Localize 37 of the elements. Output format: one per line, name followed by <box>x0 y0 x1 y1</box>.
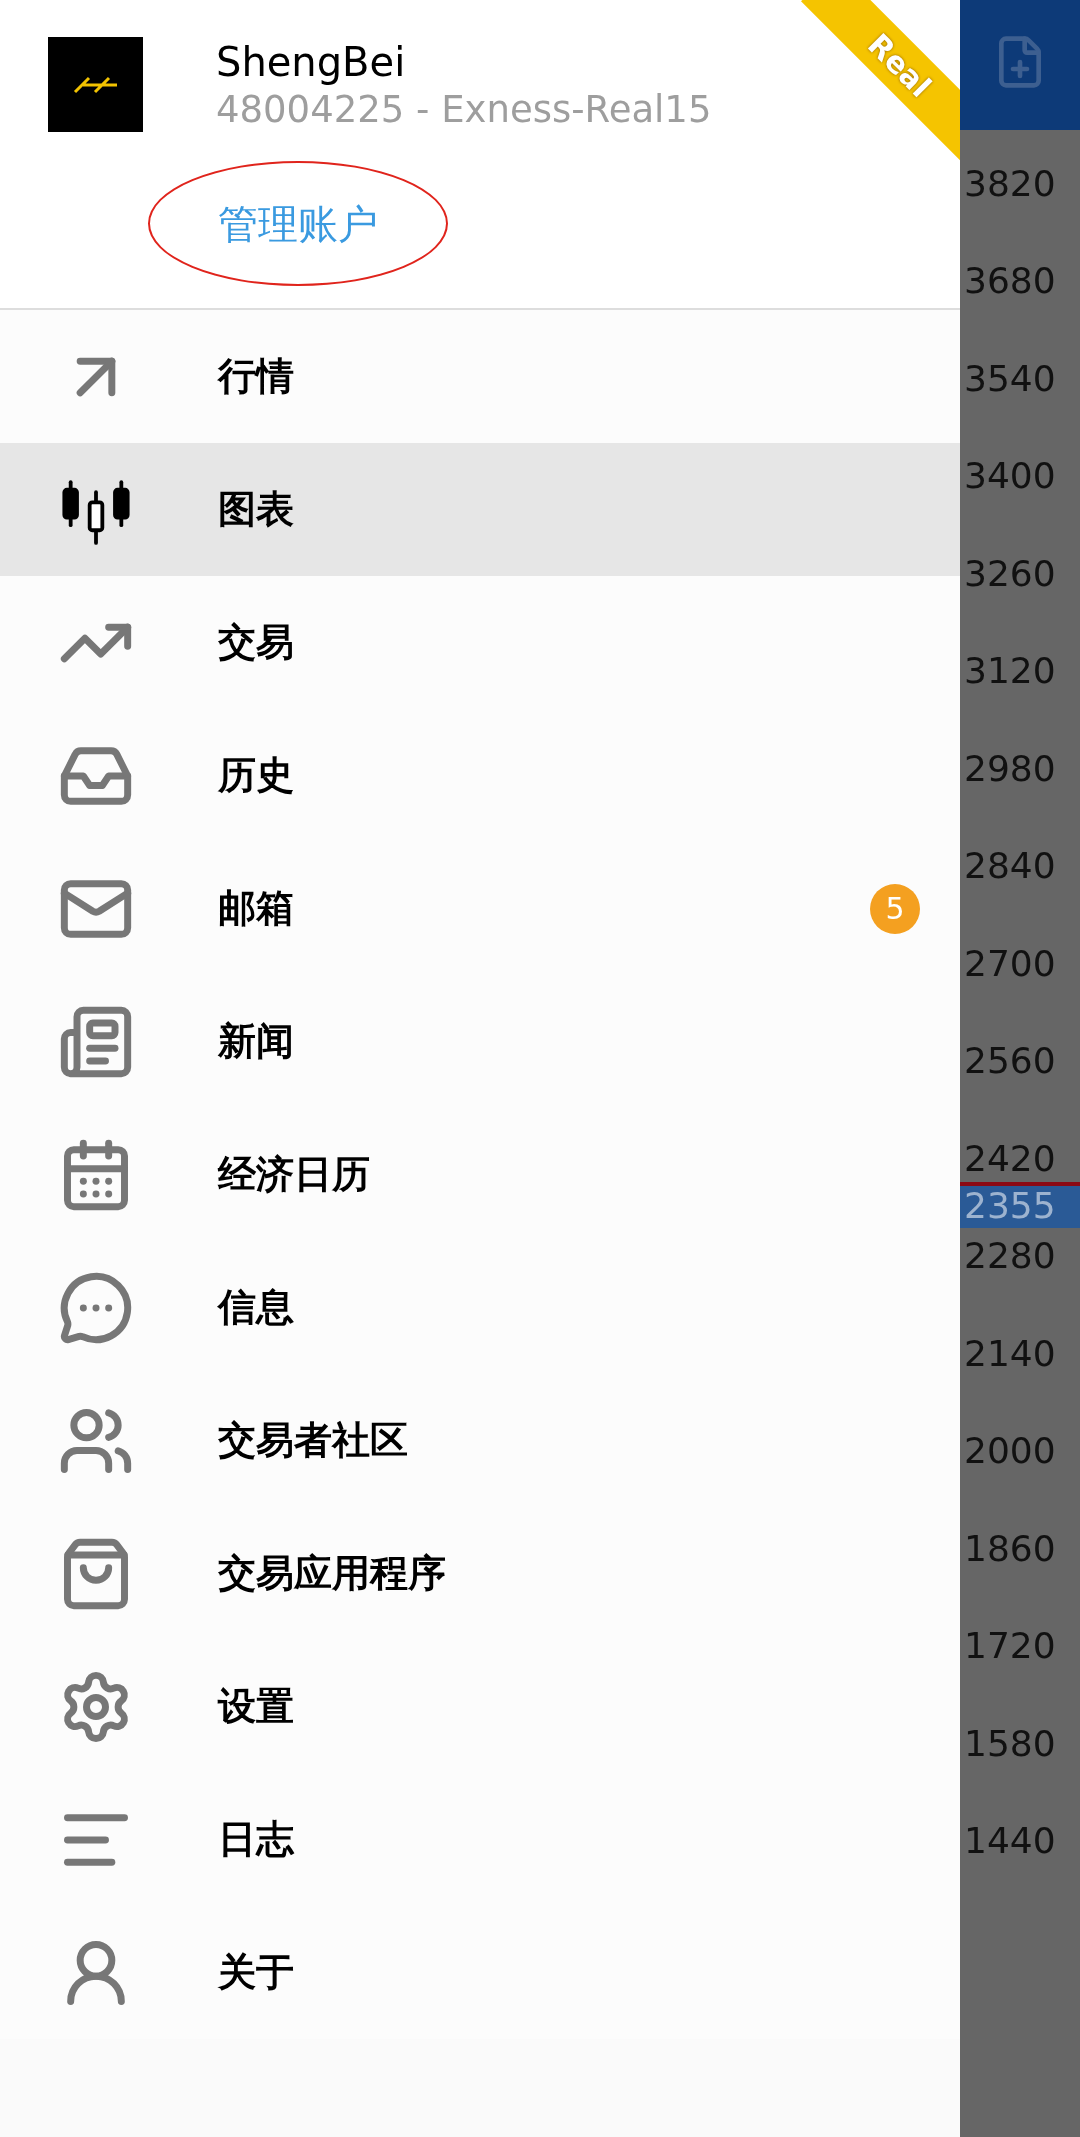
unread-count: 5 <box>870 883 920 934</box>
menu-item[interactable]: 图表 <box>0 443 960 576</box>
menu-label: 邮箱 <box>218 885 294 932</box>
logo-mark-icon <box>72 75 119 94</box>
price-label: 3120 <box>964 651 1056 692</box>
price-label: 3260 <box>964 553 1056 594</box>
price-label: 3820 <box>964 163 1056 204</box>
account-name: ShengBei <box>216 38 407 87</box>
price-label: 3400 <box>964 456 1056 497</box>
price-label: 2700 <box>964 943 1056 984</box>
price-label: 2000 <box>964 1431 1056 1472</box>
menu-label: 设置 <box>218 1683 294 1730</box>
current-price-tag: 2355 <box>960 1181 1080 1228</box>
menu-label: 交易 <box>218 619 294 666</box>
menu-label: 日志 <box>218 1816 294 1863</box>
price-label: 2560 <box>964 1041 1056 1082</box>
price-label: 1580 <box>964 1723 1056 1764</box>
menu-label: 交易应用程序 <box>218 1550 446 1597</box>
price-label: 2280 <box>964 1236 1056 1277</box>
price-label: 2420 <box>964 1138 1056 1179</box>
menu-label: 图表 <box>218 486 294 533</box>
price-label: 1720 <box>964 1626 1056 1667</box>
menu-label: 经济日历 <box>218 1151 370 1198</box>
price-label: 1440 <box>964 1821 1056 1862</box>
price-label: 2140 <box>964 1333 1056 1374</box>
menu-label: 行情 <box>218 353 294 400</box>
menu-label: 新闻 <box>218 1018 294 1065</box>
menu-label: 关于 <box>218 1949 294 1996</box>
menu-label: 历史 <box>218 752 294 799</box>
price-label: 3540 <box>964 358 1056 399</box>
price-label: 1860 <box>964 1528 1056 1569</box>
menu-label: 信息 <box>218 1284 294 1331</box>
price-label: 2840 <box>964 846 1056 887</box>
account-number: 48004225 - Exness-Real15 <box>216 87 712 133</box>
price-label: 3680 <box>964 261 1056 302</box>
menu-label: 交易者社区 <box>218 1417 408 1464</box>
price-label: 2980 <box>964 748 1056 789</box>
